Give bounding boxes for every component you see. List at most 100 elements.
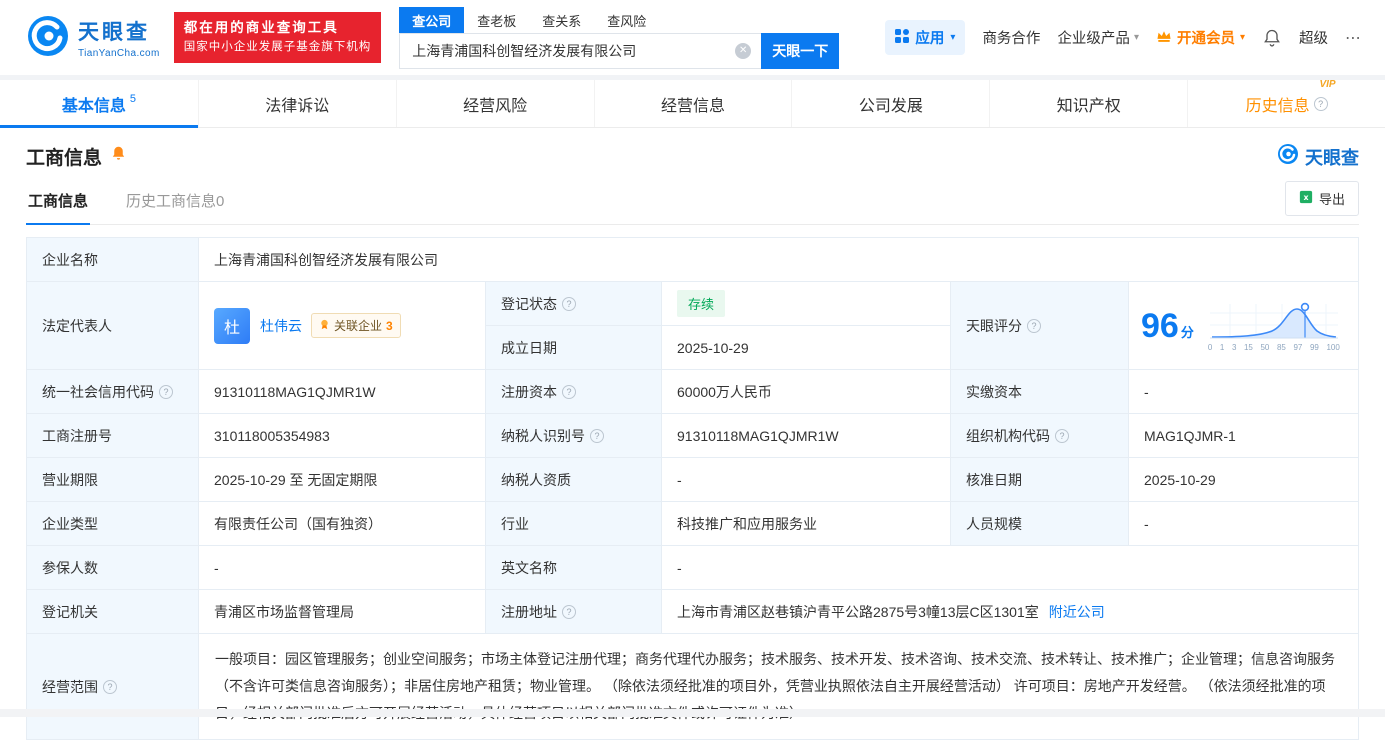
taxpayer-id-label: 纳税人识别号 ?	[486, 414, 662, 457]
registration-status-label: 登记状态 ?	[486, 282, 662, 325]
nav-super-vip[interactable]: 超级	[1299, 27, 1328, 48]
more-menu-icon[interactable]: ⋯	[1345, 28, 1363, 48]
table-row: 营业期限 2025-10-29 至 无固定期限 纳税人资质 - 核准日期 202…	[27, 458, 1358, 502]
search-input[interactable]	[399, 32, 762, 69]
chevron-down-icon: ▾	[1239, 32, 1245, 43]
search-tab-relation[interactable]: 查关系	[529, 7, 594, 33]
business-term-label: 营业期限	[27, 458, 199, 501]
notification-bell-icon[interactable]	[1262, 28, 1282, 48]
avatar[interactable]: 杜	[214, 307, 250, 344]
credit-code-value: 91310118MAG1QJMR1W	[199, 370, 486, 413]
tab-business-info[interactable]: 经营信息	[593, 80, 792, 127]
approval-date-label: 核准日期	[951, 458, 1129, 501]
score-axis-ticks: 0 1 3 15 50 85 97 99 100	[1207, 342, 1340, 352]
registered-capital-value: 60000万人民币	[662, 370, 951, 413]
export-button[interactable]: x 导出	[1284, 181, 1359, 216]
taxpayer-quality-value: -	[662, 458, 951, 501]
insured-count-value: -	[199, 546, 486, 589]
info-icon[interactable]: ?	[1313, 96, 1328, 111]
promo-line2: 国家中小企业发展子基金旗下机构	[183, 41, 372, 54]
establishment-date-label: 成立日期	[486, 326, 662, 369]
tab-ip-label: 知识产权	[1056, 97, 1121, 115]
company-type-value: 有限责任公司（国有独资）	[199, 502, 486, 545]
info-icon[interactable]: ?	[159, 384, 173, 399]
score-number: 96	[1141, 306, 1179, 345]
paid-capital-label: 实缴资本	[951, 370, 1129, 413]
search-tab-risk[interactable]: 查风险	[594, 7, 659, 33]
legal-representative-link[interactable]: 杜伟云	[260, 316, 302, 336]
cooperation-label: 商务合作	[982, 31, 1041, 47]
tab-legal-proceedings[interactable]: 法律诉讼	[197, 80, 396, 127]
info-icon[interactable]: ?	[103, 679, 117, 694]
registration-status-value: 存续	[662, 282, 950, 325]
info-icon[interactable]: ?	[1055, 428, 1069, 443]
staff-size-label: 人员规模	[951, 502, 1129, 545]
tianyancha-logo[interactable]: 天眼查 TianYanCha.com	[26, 14, 160, 61]
tab-company-development[interactable]: 公司发展	[791, 80, 989, 127]
table-row: 参保人数 - 英文名称 -	[27, 546, 1358, 590]
approval-date-value: 2025-10-29	[1144, 471, 1216, 488]
svg-text:x: x	[1303, 193, 1308, 202]
export-label: 导出	[1318, 192, 1345, 207]
business-scope-value: 一般项目：园区管理服务；创业空间服务；市场主体登记注册代理；商务代理代办服务；技…	[215, 651, 1335, 721]
info-icon[interactable]: ?	[1027, 318, 1041, 333]
subtabs-row: 工商信息 历史工商信息0 x 导出	[26, 178, 1359, 225]
nav-business-cooperation[interactable]: 商务合作	[982, 27, 1040, 48]
info-icon[interactable]: ?	[562, 296, 576, 311]
subtab-business-info[interactable]: 工商信息	[26, 178, 91, 225]
establishment-date-value: 2025-10-29	[677, 339, 749, 356]
english-name-label: 英文名称	[486, 546, 662, 589]
english-name-value: -	[677, 559, 682, 576]
clear-search-icon[interactable]: ✕	[735, 42, 752, 59]
registered-address-value: 上海市青浦区赵巷镇沪青平公路2875号3幢13层C区1301室 附近公司	[677, 602, 1105, 622]
score-unit: 分	[1180, 324, 1194, 340]
open-membership-button[interactable]: 开通会员 ▾	[1156, 27, 1245, 48]
score-distribution-chart: 0 1 3 15 50 85 97 99 100	[1208, 300, 1340, 352]
nav-enterprise-products[interactable]: 企业级产品 ▾	[1057, 27, 1139, 48]
table-row: 工商注册号 310118005354983 纳税人识别号 ? 91310118M…	[27, 414, 1358, 458]
super-vip-label: 超级	[1299, 31, 1328, 47]
search-tab-boss[interactable]: 查老板	[464, 7, 529, 33]
info-icon[interactable]: ?	[590, 428, 604, 443]
main-content: 工商信息 天眼查 工商信息 历史工商信息0 x 导出 企业名称 上海青浦国科创智…	[0, 143, 1385, 740]
search-button[interactable]: 天眼一下	[761, 32, 840, 69]
taxpayer-id-value: 91310118MAG1QJMR1W	[662, 414, 951, 457]
tab-history-info[interactable]: 历史信息 ? VIP	[1187, 79, 1385, 127]
search-module: 查公司 查老板 查关系 查风险 ✕ 天眼一下	[399, 6, 840, 69]
table-row: 统一社会信用代码 ? 91310118MAG1QJMR1W 注册资本 ? 600…	[27, 370, 1358, 414]
tab-intellectual-property[interactable]: 知识产权	[989, 80, 1187, 127]
rosette-icon	[319, 319, 330, 333]
related-companies-badge[interactable]: 关联企业 3	[311, 313, 401, 338]
search-tab-company[interactable]: 查公司	[399, 6, 465, 33]
promo-banner: 都在用的商业查询工具 国家中小企业发展子基金旗下机构	[173, 12, 382, 63]
watermark-label: 天眼查	[1305, 147, 1359, 168]
staff-size-value: -	[1144, 515, 1149, 532]
chevron-down-icon: ▾	[950, 32, 956, 43]
info-icon[interactable]: ?	[562, 604, 576, 619]
tab-basic-label: 基本信息	[61, 97, 126, 115]
tab-legal-label: 法律诉讼	[265, 97, 330, 115]
table-row: 法定代表人 杜 杜伟云 关联企业 3 登记状态 ? 存续 成立日期 2025-1…	[27, 282, 1358, 370]
table-row: 登记机关 青浦区市场监督管理局 注册地址 ? 上海市青浦区赵巷镇沪青平公路287…	[27, 590, 1358, 634]
business-scope-label: 经营范围 ?	[27, 634, 199, 739]
registration-number-value: 310118005354983	[199, 414, 486, 457]
page-footer-strip	[0, 709, 1385, 717]
excel-export-icon: x	[1299, 190, 1313, 207]
tab-basic-info[interactable]: 基本信息 5	[0, 80, 198, 128]
tab-basic-count: 5	[129, 92, 136, 105]
subtab-history-business-info[interactable]: 历史工商信息0	[124, 178, 226, 224]
credit-code-label: 统一社会信用代码 ?	[27, 370, 199, 413]
industry-value: 科技推广和应用服务业	[662, 502, 951, 545]
subscribe-bell-icon[interactable]	[110, 145, 127, 168]
nearby-companies-link[interactable]: 附近公司	[1049, 602, 1105, 622]
tianyan-score-value: 96 分 0 1 3 15 50 85 97 99 100	[1129, 282, 1358, 369]
registered-address-label: 注册地址 ?	[486, 590, 662, 633]
tab-development-label: 公司发展	[858, 97, 923, 115]
top-header: 天眼查 TianYanCha.com 都在用的商业查询工具 国家中小企业发展子基…	[0, 0, 1385, 75]
tab-operating-risk[interactable]: 经营风险	[395, 80, 594, 127]
section-title: 工商信息	[26, 148, 103, 169]
org-code-value: MAG1QJMR-1	[1144, 427, 1236, 444]
info-icon[interactable]: ?	[562, 384, 576, 399]
apps-menu[interactable]: 应用 ▾	[885, 20, 966, 55]
registration-number-label: 工商注册号	[27, 414, 199, 457]
